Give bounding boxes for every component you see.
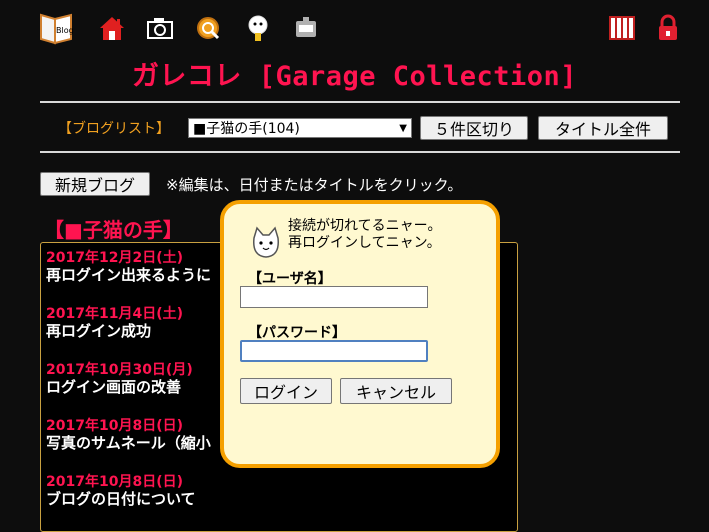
divider [40, 151, 680, 153]
chevron-down-icon: ▼ [399, 122, 407, 134]
all-titles-button[interactable]: タイトル全件 [538, 116, 668, 140]
dialog-message-line: 接続が切れてるニャー。 [288, 218, 442, 234]
entry-title[interactable]: ブログの日付について [46, 488, 196, 509]
home-icon[interactable] [94, 10, 130, 46]
blog-select[interactable]: ■子猫の手(104) ▼ [188, 118, 412, 138]
cancel-button[interactable]: キャンセル [340, 378, 452, 404]
gear-icon[interactable] [190, 10, 226, 46]
five-split-button[interactable]: ５件区切り [420, 116, 528, 140]
dialog-message: 接続が切れてるニャー。 再ログインしてニャン。 [288, 218, 441, 252]
edit-hint: ※編集は、日付またはタイトルをクリック。 [166, 176, 463, 194]
username-field[interactable] [240, 286, 428, 308]
login-button[interactable]: ログイン [240, 378, 332, 404]
entry-title[interactable]: 写真のサムネール（縮小 [46, 432, 211, 453]
login-dialog: 接続が切れてるニャー。 再ログインしてニャン。 【ユーザ名】 【パスワード】 ロ… [220, 200, 500, 468]
gate-icon[interactable] [604, 10, 640, 46]
blog-heading: 【■子猫の手】 [44, 218, 183, 242]
entry-title[interactable]: ログイン画面の改善 [46, 376, 181, 397]
entry-title[interactable]: 再ログイン成功 [46, 320, 151, 341]
dialog-message-line: 再ログインしてニャン。 [288, 235, 441, 251]
lock-icon[interactable] [650, 10, 686, 46]
blog-list-label: 【ブログリスト】 [58, 121, 170, 137]
password-field[interactable] [240, 340, 428, 362]
page-title: ガレコレ [Garage Collection] [131, 61, 578, 92]
password-label: 【パスワード】 [248, 325, 346, 341]
divider [40, 101, 680, 103]
cat-icon [253, 226, 279, 258]
blog-select-value: ■子猫の手(104) [193, 121, 300, 137]
new-blog-button[interactable]: 新規ブログ [40, 172, 150, 196]
camera-icon[interactable] [142, 10, 178, 46]
robot-icon[interactable] [288, 10, 324, 46]
entry-title[interactable]: 再ログイン出来るように [46, 264, 211, 285]
svg-text:Blog: Blog [56, 26, 74, 35]
mascot-icon[interactable] [240, 10, 276, 46]
blog-icon[interactable]: Blog [38, 10, 74, 46]
username-label: 【ユーザ名】 [248, 271, 332, 287]
